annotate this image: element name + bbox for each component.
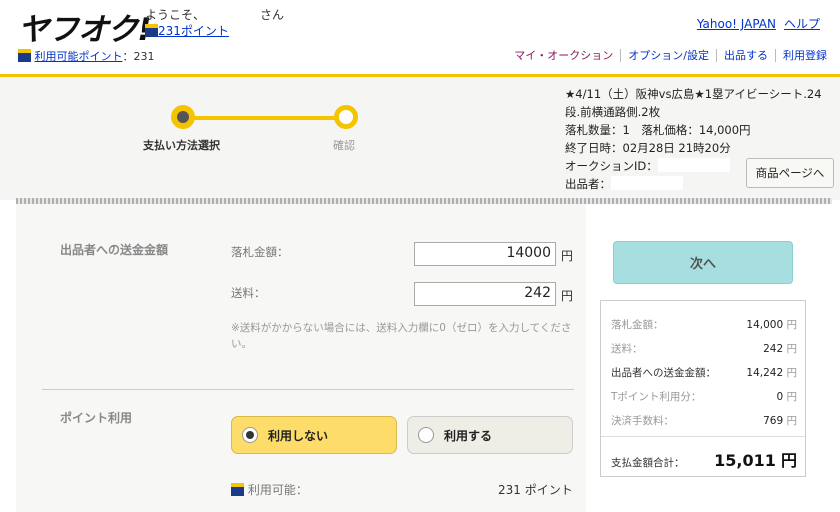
welcome-text: ようこそ、 — [145, 8, 206, 22]
nav-sell[interactable]: 出品する — [716, 49, 775, 62]
end-time: 終了日時：02月28日 21時20分 — [565, 141, 731, 155]
usable-points-label: 利用可能： — [247, 483, 308, 497]
summary-unit: 円 — [786, 391, 798, 403]
nav-options-settings[interactable]: オプション/設定 — [620, 49, 716, 62]
available-points-value: ：231 — [122, 50, 155, 63]
yahoo-japan-link[interactable]: Yahoo! JAPAN — [697, 17, 776, 31]
available-points-row: 利用可能ポイント：231 — [18, 48, 155, 64]
summary-value: 0 — [776, 391, 784, 403]
bid-info: 落札数量：1 落札価格：14,000円 — [565, 123, 751, 137]
step2-indicator — [334, 105, 358, 129]
summary-row: 落札金額： 14,000 円 — [611, 317, 797, 332]
price-label: 落札金額： — [231, 245, 289, 259]
welcome-suffix: さん — [260, 8, 285, 22]
summary-unit: 円 — [786, 319, 798, 331]
radio-selected-icon — [242, 427, 258, 443]
t-point-icon — [18, 49, 31, 62]
next-button[interactable]: 次へ — [613, 241, 793, 284]
payment-summary: 落札金額： 14,000 円 送料： 242 円 出品者への送金金額： 14,242 … — [600, 300, 806, 477]
section-transfer-title: 出品者への送金金額 — [60, 243, 169, 257]
shipping-note: ※送料がかからない場合には、送料入力欄に0（ゼロ）を入力してください。 — [231, 322, 572, 350]
header-nav: マイ・オークション オプション/設定 出品する 利用登録 — [507, 47, 834, 63]
summary-label: 落札金額： — [611, 319, 664, 331]
help-link[interactable]: ヘルプ — [784, 17, 820, 31]
shipping-label: 送料： — [231, 286, 266, 300]
top-links: Yahoo! JAPAN ヘルプ — [689, 15, 820, 32]
yahoo-auction-logo[interactable]: ヤフオク! — [18, 4, 152, 49]
t-point-icon — [145, 24, 158, 37]
summary-value: 14,242 — [746, 367, 784, 379]
price-unit: 円 — [561, 249, 574, 263]
summary-unit: 円 — [786, 343, 798, 355]
total-value: 15,011 — [714, 451, 776, 470]
section-divider — [42, 389, 574, 390]
radio-no-label: 利用しない — [268, 428, 329, 443]
t-point-icon — [231, 483, 244, 496]
points-link-row: 231ポイント — [145, 22, 229, 39]
points-link[interactable]: 231ポイント — [158, 24, 229, 38]
step-progress-line — [184, 116, 346, 120]
radio-yes-label: 利用する — [444, 428, 493, 443]
shipping-unit: 円 — [561, 289, 574, 303]
summary-row: 決済手数料： 769 円 — [611, 413, 797, 428]
item-title-line1: ★4/11（土）阪神vs広島★1塁アイビーシート.24 — [565, 87, 822, 101]
nav-register[interactable]: 利用登録 — [775, 49, 834, 62]
summary-label: 出品者への送金金額： — [611, 367, 716, 379]
shipping-input[interactable]: 242 — [414, 282, 556, 306]
auction-id-redacted — [657, 158, 730, 172]
section-points-title: ポイント利用 — [60, 411, 133, 425]
usable-points-value: 231 ポイント — [498, 483, 573, 497]
summary-divider — [601, 436, 805, 437]
summary-row: Tポイント利用分： 0 円 — [611, 389, 797, 404]
summary-value: 14,000 — [746, 319, 784, 331]
step1-label: 支払い方法選択 — [143, 139, 220, 152]
total-label: 支払金額合計： — [611, 457, 685, 469]
usable-points-row: 利用可能： — [231, 481, 308, 498]
step1-indicator — [171, 105, 195, 129]
auction-id-label: オークションID： — [565, 159, 658, 173]
radio-use-points[interactable]: 利用する — [407, 416, 573, 454]
summary-row: 送料： 242 円 — [611, 341, 797, 356]
summary-value: 242 — [763, 343, 784, 355]
total-unit: 円 — [780, 451, 797, 470]
summary-value: 769 — [763, 415, 784, 427]
summary-unit: 円 — [786, 415, 798, 427]
nav-my-auction[interactable]: マイ・オークション — [507, 49, 620, 62]
available-points-link[interactable]: 利用可能ポイント — [35, 50, 123, 63]
price-input[interactable]: 14000 — [414, 242, 556, 266]
summary-total-row: 支払金額合計： 15,011 円 — [611, 447, 797, 471]
step2-label: 確認 — [333, 139, 355, 152]
summary-label: Tポイント利用分： — [611, 391, 702, 403]
summary-row: 出品者への送金金額： 14,242 円 — [611, 365, 797, 380]
product-page-button[interactable]: 商品ページへ — [746, 158, 834, 188]
item-title-line2: 段.前横通路側.2枚 — [565, 105, 661, 119]
seller-label: 出品者： — [565, 177, 611, 191]
radio-no-points[interactable]: 利用しない — [231, 416, 397, 454]
seller-redacted — [611, 176, 683, 190]
summary-label: 送料： — [611, 343, 643, 355]
radio-unselected-icon — [418, 427, 434, 443]
summary-unit: 円 — [786, 367, 798, 379]
summary-label: 決済手数料： — [611, 415, 674, 427]
